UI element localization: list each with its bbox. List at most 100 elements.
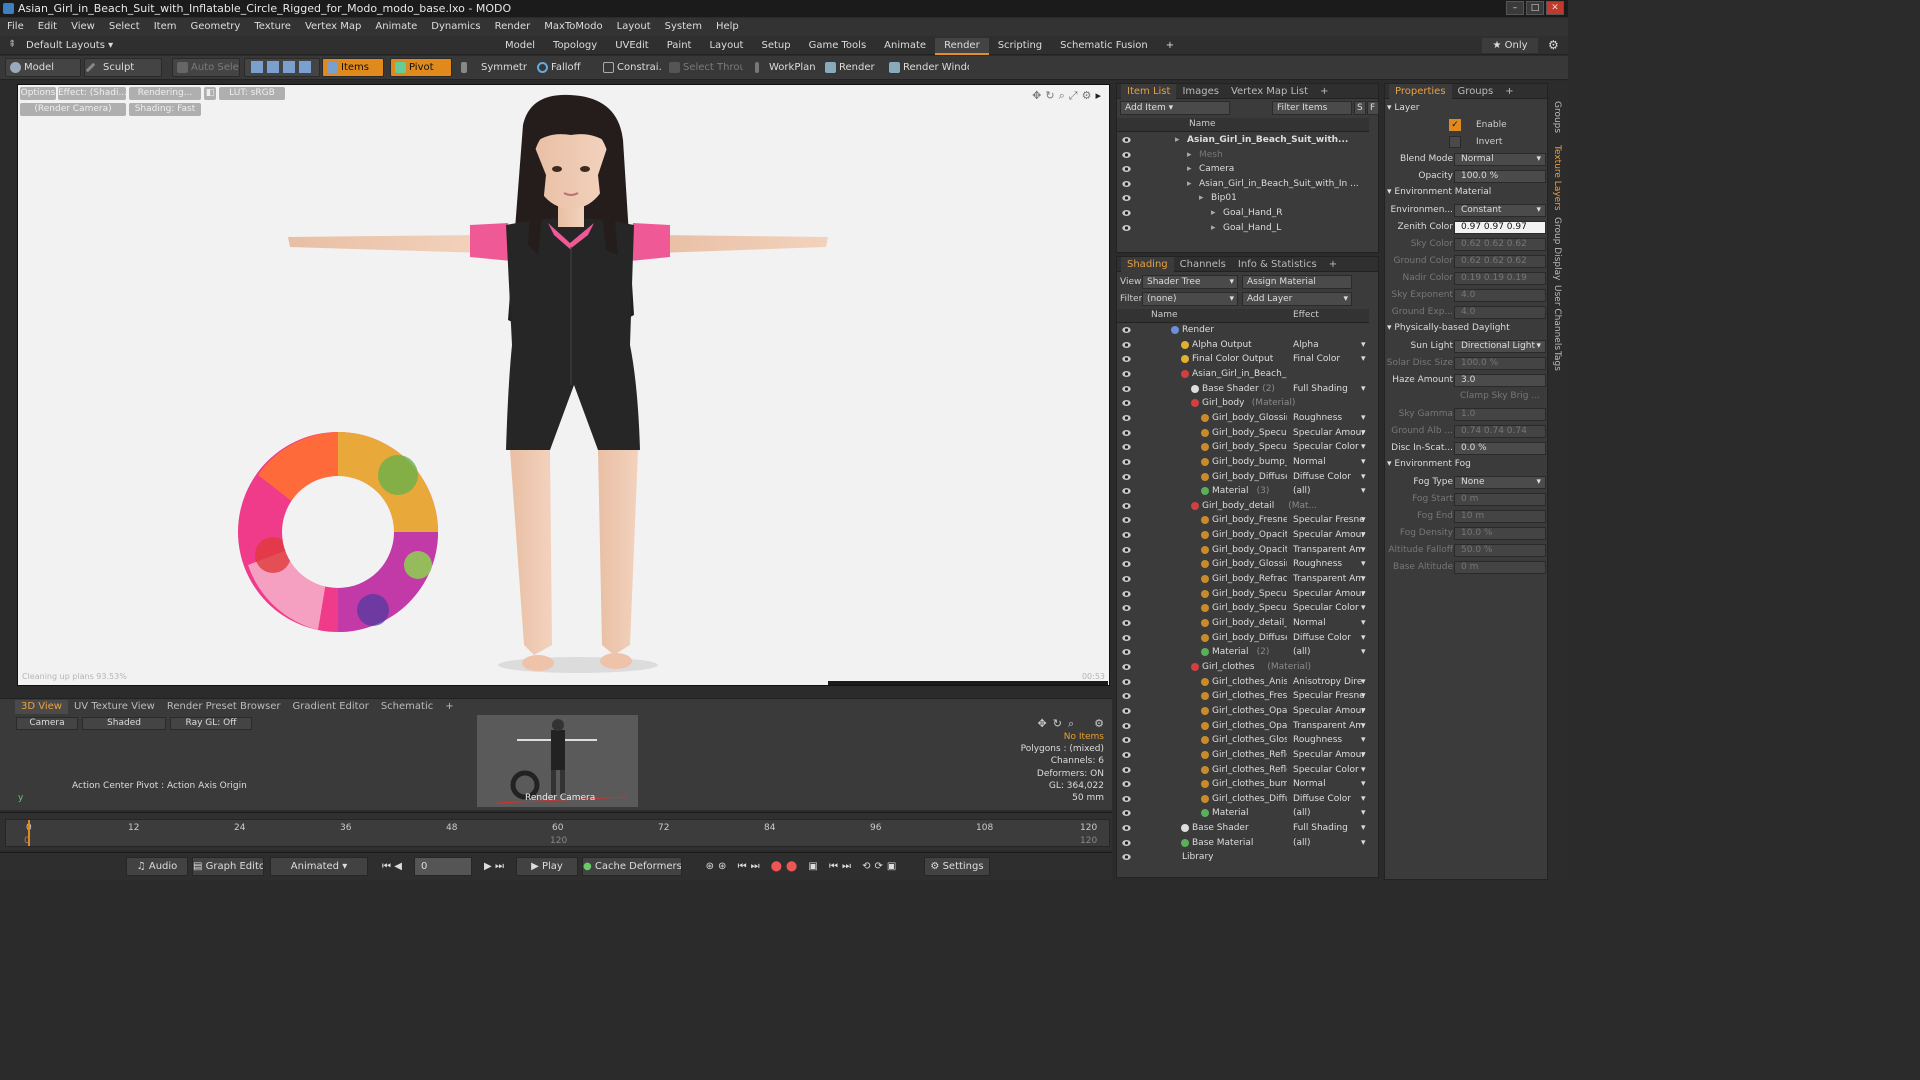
effect-dropdown-arrow[interactable]: ▾ [1361, 631, 1366, 646]
key-icons[interactable]: ▣ ⏮⏭ ⟲⟳▣ [801, 861, 900, 872]
shader-layer-effect[interactable]: Anisotropy Dire ... [1293, 675, 1365, 690]
shader-tree-row[interactable]: Material (2) (all) ▾ [1117, 645, 1378, 660]
effect-dropdown-arrow[interactable]: ▾ [1361, 836, 1366, 851]
shader-layer-effect[interactable]: (all) [1293, 836, 1365, 851]
layout-tab-layout[interactable]: Layout [700, 38, 752, 55]
visibility-eye-icon[interactable] [1122, 136, 1131, 144]
shader-tree-row[interactable]: Girl_clothes_Reflec... Specular Amount▾ [1117, 748, 1378, 763]
render-window-button[interactable]: Render Window [884, 58, 970, 77]
layout-tab-add[interactable]: + [1157, 38, 1183, 55]
effect-dropdown-arrow[interactable]: ▾ [1361, 792, 1366, 807]
record-icon[interactable]: ⬤⬤ [771, 861, 801, 872]
visibility-eye-icon[interactable] [1122, 531, 1131, 539]
view-dropdown[interactable]: Shader Tree ▾ [1142, 275, 1238, 289]
shader-tree-row[interactable]: Girl_clothes_Diffus ... Diffuse Color▾ [1117, 792, 1378, 807]
shader-tree-row[interactable]: Girl_body_Specular... Specular Color▾ [1117, 601, 1378, 616]
shader-tree-row[interactable]: Girl_clothes_Glossi ... Roughness▾ [1117, 733, 1378, 748]
property-field[interactable]: Constant ▾ [1454, 204, 1546, 217]
property-field[interactable]: 1.0 [1454, 408, 1546, 421]
menu-help[interactable]: Help [709, 21, 746, 32]
polygon-mode-icon[interactable] [283, 61, 295, 73]
shader-layer-effect[interactable]: Normal [1293, 455, 1365, 470]
shader-layer-effect[interactable]: Roughness [1293, 733, 1365, 748]
visibility-eye-icon[interactable] [1122, 736, 1131, 744]
shader-layer-effect[interactable]: Specular Amount [1293, 528, 1365, 543]
effect-dropdown-arrow[interactable]: ▾ [1361, 777, 1366, 792]
effect-dropdown-arrow[interactable]: ▾ [1361, 484, 1366, 499]
shaded-dropdown[interactable]: Shaded [82, 717, 166, 730]
items-mode-button[interactable]: Items [322, 58, 384, 77]
shader-tree-row[interactable]: Girl_body_Diffuse (... Diffuse Color▾ [1117, 631, 1378, 646]
timeline-ruler[interactable]: 0 12 24 36 48 60 72 84 96 108 120 0 120 … [5, 819, 1110, 847]
shader-tree-row[interactable]: Girl_clothes_Anisot ... Anisotropy Dire .… [1117, 675, 1378, 690]
property-field[interactable]: 10.0 % [1454, 527, 1546, 540]
visibility-eye-icon[interactable] [1122, 604, 1131, 612]
menu-render[interactable]: Render [488, 21, 538, 32]
visibility-eye-icon[interactable] [1122, 194, 1131, 202]
tab-info-statistics[interactable]: Info & Statistics [1232, 257, 1323, 272]
shader-layer-effect[interactable]: Specular Amount [1293, 426, 1365, 441]
render-button[interactable]: Render [820, 58, 878, 77]
workplane-button[interactable]: WorkPlane [750, 58, 816, 77]
shader-tree-row[interactable]: Base Shader (2) Full Shading ▾ [1117, 382, 1378, 397]
shader-layer-effect[interactable]: Roughness [1293, 557, 1365, 572]
menu-geometry[interactable]: Geometry [183, 21, 247, 32]
property-field[interactable]: 0.97 0.97 0.97 [1454, 221, 1546, 234]
effect-dropdown-arrow[interactable]: ▾ [1361, 528, 1366, 543]
layout-tab-paint[interactable]: Paint [658, 38, 701, 55]
visibility-eye-icon[interactable] [1122, 809, 1131, 817]
shader-layer-effect[interactable]: Specular Amount [1293, 587, 1365, 602]
item-list-row[interactable]: ▸ Goal_Hand_R [1117, 206, 1378, 221]
shader-tree-row[interactable]: Material (all) ▾ [1117, 806, 1378, 821]
menu-animate[interactable]: Animate [368, 21, 424, 32]
property-section[interactable]: ▾ Physically-based Daylight [1387, 323, 1510, 333]
property-field[interactable]: 4.0 [1454, 289, 1546, 302]
property-section[interactable]: ▾ Environment Fog [1387, 459, 1471, 469]
visibility-eye-icon[interactable] [1122, 546, 1131, 554]
visibility-eye-icon[interactable] [1122, 648, 1131, 656]
shader-layer-effect[interactable]: Transparent Am... [1293, 543, 1365, 558]
shader-layer-effect[interactable]: Diffuse Color [1293, 470, 1365, 485]
only-button[interactable]: ★ Only [1482, 38, 1538, 53]
layout-tab-game-tools[interactable]: Game Tools [800, 38, 876, 55]
side-tab-groups[interactable]: Groups [1552, 101, 1562, 133]
tab-gradient-editor[interactable]: Gradient Editor [287, 700, 375, 714]
visibility-eye-icon[interactable] [1122, 795, 1131, 803]
tab-uv-texture-view[interactable]: UV Texture View [68, 700, 161, 714]
sculpt-mode-button[interactable]: Sculpt [84, 58, 162, 77]
property-field[interactable]: Directional Light ▾ [1454, 340, 1546, 353]
shader-layer-effect[interactable]: Specular Fresnel [1293, 689, 1365, 704]
effect-dropdown-arrow[interactable]: ▾ [1361, 352, 1366, 367]
shader-layer-effect[interactable]: Normal [1293, 616, 1365, 631]
frame-input[interactable]: 0 [414, 857, 472, 876]
effect-dropdown-arrow[interactable]: ▾ [1361, 426, 1366, 441]
menu-layout[interactable]: Layout [610, 21, 658, 32]
visibility-eye-icon[interactable] [1122, 766, 1131, 774]
tab-vertex-map-list[interactable]: Vertex Map List [1225, 84, 1314, 99]
step-back-icon[interactable]: ◀ [394, 861, 402, 872]
shader-tree-row[interactable]: Library [1117, 850, 1378, 865]
effect-dropdown-arrow[interactable]: ▾ [1361, 616, 1366, 631]
shader-tree-row[interactable]: Girl_body_Diffuse (... Diffuse Color▾ [1117, 470, 1378, 485]
side-tab-group-display[interactable]: Group Display [1552, 217, 1562, 280]
graph-editor-button[interactable]: ▤ Graph Editor [192, 857, 264, 876]
shader-layer-effect[interactable]: Transparent Am... [1293, 719, 1365, 734]
shader-tree-row[interactable]: Girl_clothes_Opacit... Specular Amount▾ [1117, 704, 1378, 719]
effect-dropdown-arrow[interactable]: ▾ [1361, 455, 1366, 470]
visibility-eye-icon[interactable] [1122, 414, 1131, 422]
visibility-eye-icon[interactable] [1122, 355, 1131, 363]
shader-tree-row[interactable]: Girl_clothes_Opacit... Transparent Am...▾ [1117, 719, 1378, 734]
effect-dropdown-arrow[interactable]: ▾ [1361, 821, 1366, 836]
visibility-eye-icon[interactable] [1122, 619, 1131, 627]
filter-items-input[interactable]: Filter Items [1272, 101, 1352, 115]
shader-tree-row[interactable]: Girl_body_detail_b ... Normal▾ [1117, 616, 1378, 631]
shader-layer-effect[interactable]: Normal [1293, 777, 1365, 792]
filter-dropdown[interactable]: (none) ▾ [1142, 292, 1238, 306]
side-tab-tags[interactable]: Tags [1552, 351, 1562, 371]
effect-dropdown-arrow[interactable]: ▾ [1361, 719, 1366, 734]
property-field[interactable]: 0.62 0.62 0.62 [1454, 238, 1546, 251]
3d-view-thumbnail[interactable]: Render Camera [477, 715, 638, 807]
shader-layer-effect[interactable]: (all) [1293, 806, 1365, 821]
layout-tab-setup[interactable]: Setup [752, 38, 799, 55]
zoom-icon[interactable]: ⌕ [1068, 717, 1074, 731]
